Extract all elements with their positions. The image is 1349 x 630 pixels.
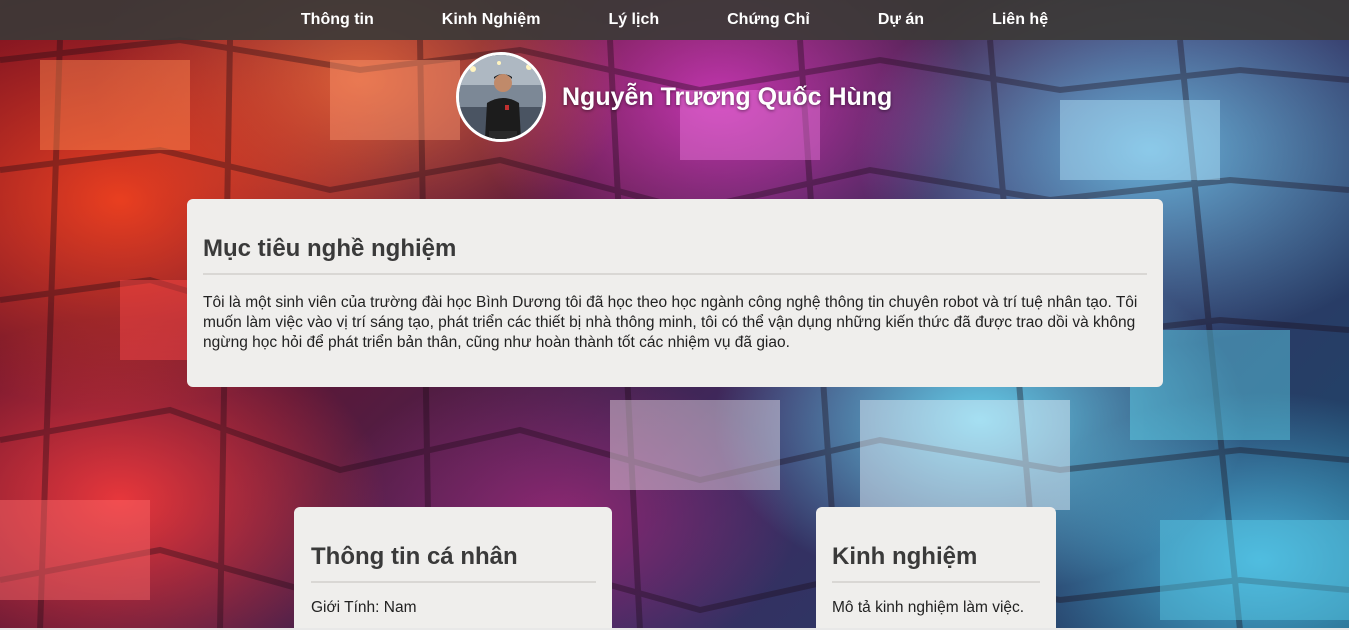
experience-title: Kinh nghiệm [832, 543, 1040, 583]
nav-item-du-an[interactable]: Dự án [844, 11, 958, 29]
nav-item-chung-chi[interactable]: Chứng Chỉ [693, 11, 844, 29]
top-navbar: Thông tin Kinh Nghiệm Lý lịch Chứng Chỉ … [0, 0, 1349, 40]
personal-info-title: Thông tin cá nhân [311, 543, 596, 583]
personal-info-card: Thông tin cá nhân Giới Tính: Nam [294, 507, 612, 630]
experience-text: Mô tả kinh nghiệm làm việc. [832, 599, 1025, 616]
nav-item-lien-he[interactable]: Liên hệ [958, 11, 1082, 29]
experience-card: Kinh nghiệm Mô tả kinh nghiệm làm việc. [816, 507, 1056, 630]
nav-item-kinh-nghiem[interactable]: Kinh Nghiệm [408, 11, 575, 29]
profile-name: Nguyễn Trương Quốc Hùng [562, 82, 893, 111]
career-objective-title: Mục tiêu nghề nghiệm [203, 235, 1147, 275]
nav-item-ly-lich[interactable]: Lý lịch [574, 11, 693, 29]
avatar [456, 52, 546, 142]
career-objective-text: Tôi là một sinh viên của trường đài học … [203, 294, 1138, 351]
page: Thông tin Kinh Nghiệm Lý lịch Chứng Chỉ … [0, 0, 1349, 630]
nav-item-thong-tin[interactable]: Thông tin [267, 11, 408, 29]
career-objective-card: Mục tiêu nghề nghiệm Tôi là một sinh viê… [187, 199, 1163, 387]
profile-header: Nguyễn Trương Quốc Hùng [456, 52, 892, 142]
avatar-photo [459, 55, 543, 139]
gender-line: Giới Tính: Nam [311, 599, 417, 616]
